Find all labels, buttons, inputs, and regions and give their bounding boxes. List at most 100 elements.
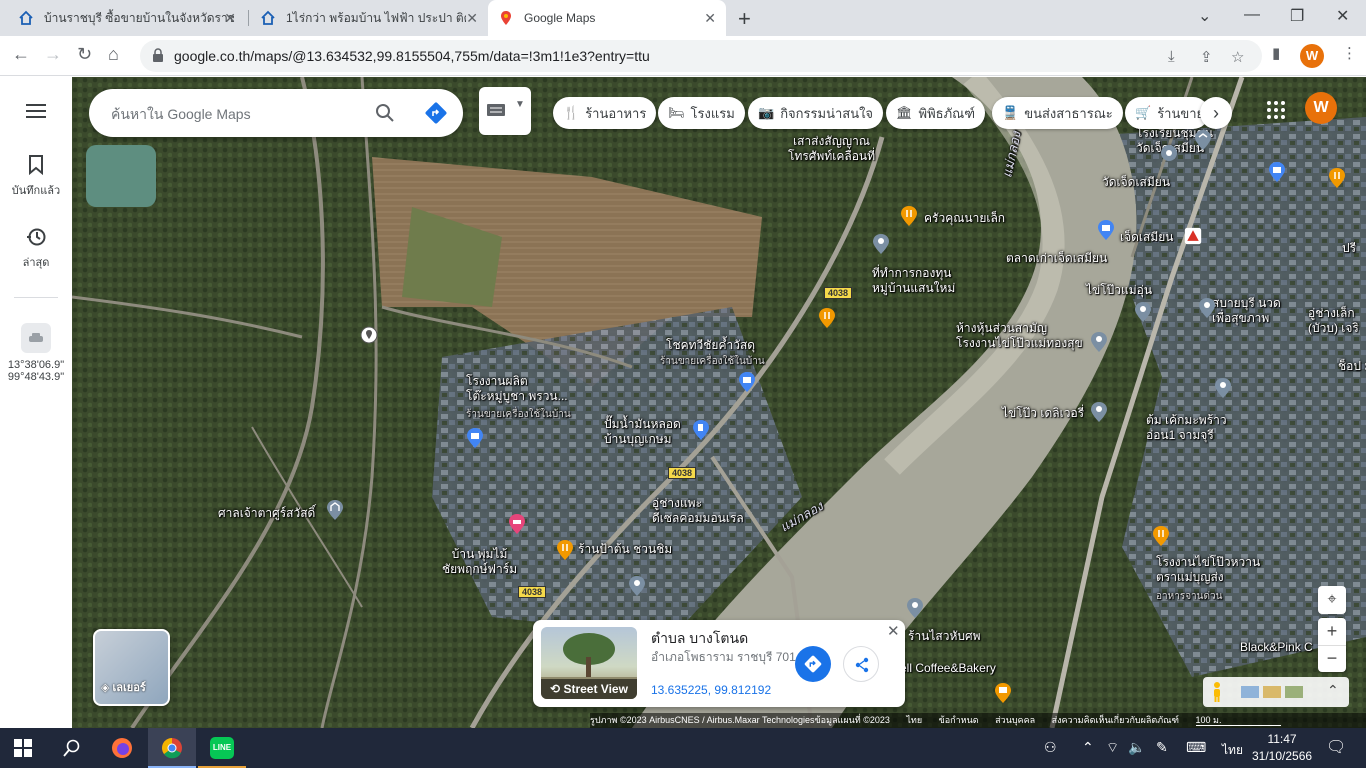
chip-things-to-do[interactable]: 📷 กิจกรรมน่าสนใจ [748, 97, 884, 129]
dropped-pin-icon[interactable] [360, 325, 378, 347]
layer-thumb-transit[interactable] [1241, 686, 1259, 698]
garage2-label[interactable]: อู่ช่างเล็ก (บัวบ) เจริ [1308, 306, 1359, 336]
address-bar[interactable]: google.co.th/maps/@13.634532,99.8155504,… [140, 40, 1262, 72]
footer-feedback[interactable]: ส่งความคิดเห็นเกี่ยวกับผลิตภัณฑ์ [1052, 715, 1179, 725]
place-pin-icon[interactable] [1198, 297, 1216, 319]
edge-label-3[interactable]: ช็อป ม [1338, 359, 1366, 374]
people-icon[interactable]: ⚇ [1044, 739, 1057, 756]
pegman-icon[interactable] [1211, 681, 1223, 703]
egg-factory-label[interactable]: โรงงานไข่โป๊วหวาน ตราแม่บุญส่ง [1156, 555, 1260, 585]
home-icon[interactable]: ⌂ [108, 44, 119, 65]
wifi-icon[interactable]: ⌔ [1106, 739, 1119, 757]
share-button[interactable] [843, 646, 879, 682]
place-pin-icon[interactable] [628, 575, 646, 597]
gas-station-pin-icon[interactable] [692, 419, 710, 441]
tab-land-listing[interactable]: 1ไร่กว่า พร้อมบ้าน ไฟฟ้า ประปา ติดถนน ✕ [250, 0, 488, 36]
search-input[interactable]: ค้นหาใน Google Maps [111, 104, 251, 126]
temple-pin-icon[interactable] [1184, 225, 1202, 247]
place-pin-icon[interactable] [1134, 301, 1152, 323]
layer-thumb-terrain[interactable] [1285, 686, 1303, 698]
place-pin-icon[interactable] [1214, 377, 1232, 399]
shopping-pin-icon[interactable] [466, 427, 484, 449]
cafe-pin-icon[interactable] [994, 682, 1012, 704]
market-label[interactable]: ตลาดเก่าเจ็ดเสมียน [1006, 251, 1107, 266]
menu-kebab-icon[interactable]: ⋮ [1342, 44, 1357, 62]
input-language[interactable]: ไทย [1222, 741, 1243, 760]
krua-label[interactable]: ครัวคุณนายเล็ก [924, 211, 1005, 226]
close-window-button[interactable]: ✕ [1336, 6, 1349, 26]
download-icon[interactable]: ⤓ [1168, 48, 1175, 65]
restaurant-pin-icon[interactable] [818, 307, 836, 329]
coconut-cake-label[interactable]: ต้ม เค้กมะพร้าว อ่อน1 จามจุรี [1146, 413, 1227, 443]
sao-shop-label[interactable]: ร้านไสวหับศพ [908, 629, 981, 644]
street-view-thumbnail[interactable]: ⟲ Street View [541, 627, 637, 699]
chip-museums[interactable]: 🏛 พิพิธภัณฑ์ [886, 97, 986, 129]
pen-icon[interactable]: ✎ [1156, 739, 1168, 756]
chip-transit[interactable]: 🚆 ขนส่งสาธารณะ [992, 97, 1123, 129]
hotel-pin-icon[interactable] [508, 513, 526, 535]
saved-button[interactable]: บันทึกแล้ว [0, 155, 72, 199]
restaurant-pin-icon[interactable] [900, 205, 918, 227]
input-tools-button[interactable]: ▼ [479, 87, 531, 135]
tower-label[interactable]: เสาส่งสัญญาณ โทรศัพท์เคลื่อนที่ [788, 134, 875, 164]
wat-label[interactable]: วัดเจ็ดเสมียน [1102, 175, 1170, 190]
directions-button[interactable] [795, 646, 831, 682]
place-pin-icon[interactable] [1090, 331, 1108, 353]
footer-privacy[interactable]: ส่วนบุคคล [995, 715, 1035, 725]
place-info-card[interactable]: ⟲ Street View ตำบล บางโตนด อำเภอโพธาราม … [533, 620, 905, 707]
garage-label[interactable]: อู่ช่างแพะ ดีเซลคอมมอนเรล [652, 496, 744, 526]
table-factory-label[interactable]: โรงงานผลิต โต๊ะหมู่บูชา พรวน... [466, 374, 568, 404]
coffee-bakery-label[interactable]: ell Coffee&Bakery [900, 661, 996, 676]
jed-label[interactable]: เจ็ดเสมียน [1120, 230, 1174, 245]
tab-ratchaburi-houses[interactable]: บ้านราชบุรี ซื้อขายบ้านในจังหวัดราชบุรี … [8, 0, 246, 36]
zoom-out-button[interactable]: − [1318, 645, 1346, 672]
chrome-taskbar-icon[interactable] [148, 728, 196, 768]
recent-coordinate-item[interactable]: 13°38'06.9" 99°48'43.9" [0, 323, 72, 383]
scale-bar[interactable]: 100 ม. [1195, 715, 1282, 726]
start-button[interactable] [0, 728, 48, 768]
back-icon[interactable]: ← [12, 44, 30, 65]
taskbar-search-button[interactable] [48, 728, 96, 768]
chip-shopping[interactable]: 🛒 ร้านขาย [1125, 97, 1209, 129]
my-location-button[interactable]: ⌖ [1318, 586, 1346, 614]
place-pin-icon[interactable] [872, 233, 890, 255]
shopping-pin-icon[interactable] [738, 371, 756, 393]
place-pin-icon[interactable] [906, 597, 924, 619]
layers-button[interactable]: ◈ เลเยอร์ [93, 629, 170, 706]
menu-hamburger[interactable] [0, 103, 72, 125]
restaurant-pin-icon[interactable] [1328, 167, 1346, 189]
shrine-pin-icon[interactable] [326, 499, 344, 521]
footer-language[interactable]: ไทย [906, 715, 922, 725]
search-icon[interactable] [375, 103, 395, 123]
egg-shop-label[interactable]: ไข่โป๊วแม่อุ่น [1086, 283, 1152, 298]
google-account-avatar[interactable]: W [1305, 92, 1337, 124]
farm-label[interactable]: บ้าน พุ่มไม้ ชัยพฤกษ์ฟาร์ม [442, 547, 517, 577]
sabai-massage-label[interactable]: สบายบุรี นวด เพื่อสุขภาพ [1212, 296, 1281, 326]
shrine-label[interactable]: ศาลเจ้าตาศูร์สวัสดิ์ [218, 506, 315, 521]
notification-icon[interactable]: 🗨 [1326, 737, 1346, 757]
bookmark-star-icon[interactable]: ☆ [1231, 48, 1244, 66]
side-panel-icon[interactable]: ▮ [1272, 44, 1280, 62]
directions-icon[interactable] [425, 102, 447, 124]
village-office-label[interactable]: ที่ทำการกองทุน หมู่บ้านแสนใหม่ [872, 266, 955, 296]
google-apps-icon[interactable] [1266, 100, 1286, 120]
browser-profile-avatar[interactable]: W [1300, 44, 1324, 68]
layer-thumb-traffic[interactable] [1263, 686, 1281, 698]
footer-terms[interactable]: ข้อกำหนด [939, 715, 979, 725]
gear-pin-icon[interactable] [1160, 143, 1178, 165]
place-coordinates[interactable]: 13.635225, 99.812192 [651, 683, 771, 697]
taskbar-clock[interactable]: 11:47 31/10/2566 [1252, 731, 1312, 765]
place-pin-icon[interactable] [1090, 401, 1108, 423]
chok-label[interactable]: โชคทวีชัยค้ำวัสดุ [666, 338, 755, 353]
forward-icon[interactable]: → [44, 44, 62, 65]
firefox-taskbar-icon[interactable] [98, 728, 146, 768]
chip-restaurants[interactable]: 🍴 ร้านอาหาร [553, 97, 657, 129]
pa-ton-label[interactable]: ร้านป้าต้น ชวนชิม [578, 542, 672, 557]
touch-keyboard-icon[interactable]: ⌨ [1186, 739, 1206, 756]
chevron-down-icon[interactable]: ▼ [515, 99, 525, 110]
restaurant-pin-icon[interactable] [556, 539, 574, 561]
close-tab-icon[interactable]: ✕ [704, 10, 716, 27]
tab-google-maps[interactable]: Google Maps ✕ [488, 0, 726, 36]
line-taskbar-icon[interactable]: LINE [198, 728, 246, 768]
shopping-pin-icon[interactable] [1097, 219, 1115, 241]
